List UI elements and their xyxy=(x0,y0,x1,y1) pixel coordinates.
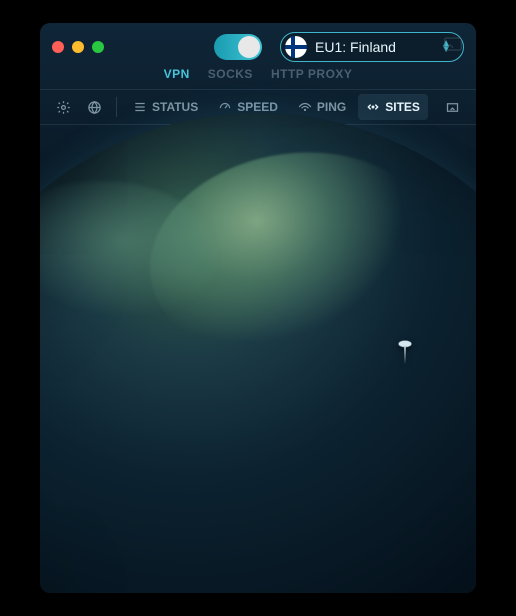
app-window: EU1: Finland ▲▼ VPN SOCKS HTTP PROXY STA… xyxy=(40,23,476,593)
nav-ping-label: PING xyxy=(317,100,346,114)
location-label: EU1: Finland xyxy=(315,39,396,55)
maximize-window-button[interactable] xyxy=(92,41,104,53)
toggle-knob xyxy=(238,36,260,58)
nav-status[interactable]: STATUS xyxy=(125,94,206,120)
expand-icon[interactable] xyxy=(439,94,466,121)
divider xyxy=(116,97,117,117)
flag-icon xyxy=(285,36,307,58)
settings-icon[interactable] xyxy=(50,94,77,121)
minimize-window-button[interactable] xyxy=(72,41,84,53)
nav-sites-label: SITES xyxy=(385,100,420,114)
titlebar: EU1: Finland ▲▼ xyxy=(40,23,476,71)
cast-icon[interactable] xyxy=(444,37,462,56)
close-window-button[interactable] xyxy=(52,41,64,53)
location-selector[interactable]: EU1: Finland ▲▼ xyxy=(280,32,464,62)
nav-status-label: STATUS xyxy=(152,100,198,114)
nav-sites[interactable]: SITES xyxy=(358,94,428,120)
nav-speed-label: SPEED xyxy=(237,100,278,114)
connection-toggle[interactable] xyxy=(214,34,262,60)
location-pin-icon xyxy=(394,338,416,373)
globe-icon[interactable] xyxy=(81,94,108,121)
window-controls xyxy=(52,41,104,53)
